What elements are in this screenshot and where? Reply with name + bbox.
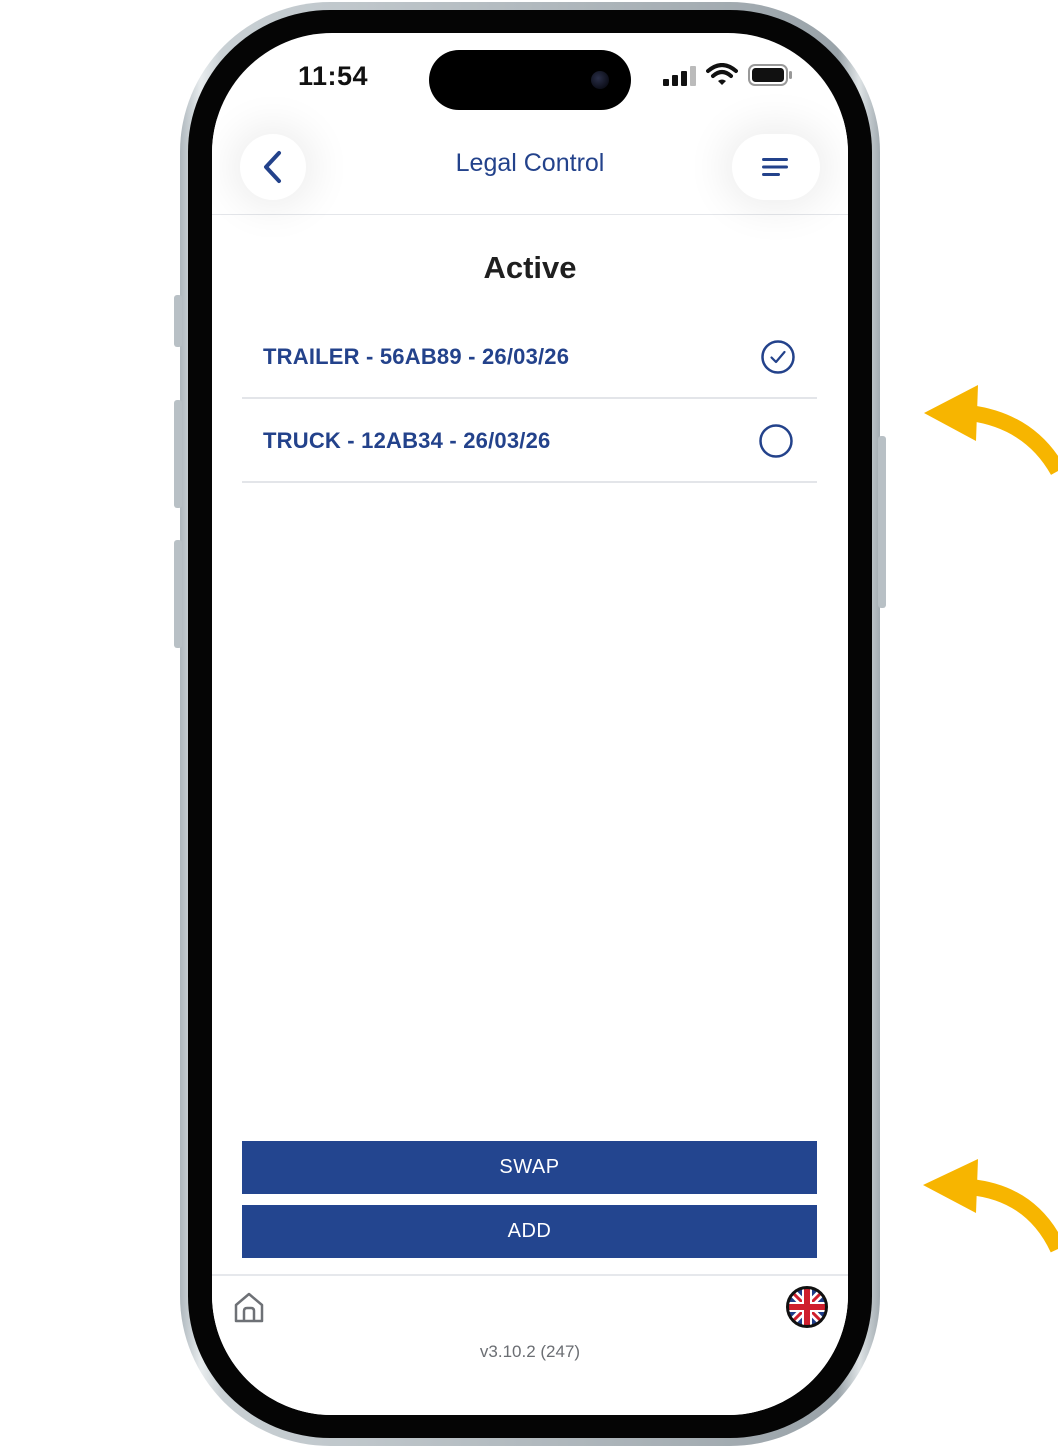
side-button: [174, 295, 182, 347]
uk-flag-icon[interactable]: [786, 1286, 828, 1328]
phone-screen: 11:54 Legal Control Active TRAILER - 56A…: [212, 33, 848, 1415]
annotation-arrow-icon: [923, 1159, 1058, 1253]
hamburger-menu-icon: [762, 158, 788, 176]
empty-circle-icon[interactable]: [759, 424, 793, 458]
app-footer: v3.10.2 (247): [212, 1274, 848, 1415]
power-button: [878, 436, 886, 608]
app-version: v3.10.2 (247): [479, 1342, 581, 1361]
list-item-label: TRUCK - 12AB34 - 26/03/26: [263, 428, 551, 453]
dynamic-island: [429, 50, 631, 110]
app-header: Legal Control: [212, 119, 848, 215]
swap-button[interactable]: SWAP: [242, 1141, 817, 1194]
annotation-arrow-icon: [924, 385, 1058, 476]
volume-down-button: [174, 540, 182, 648]
home-icon[interactable]: [232, 1290, 266, 1324]
battery-icon: [748, 64, 792, 86]
add-button[interactable]: ADD: [242, 1205, 817, 1258]
wifi-icon: [706, 63, 738, 85]
check-circle-icon[interactable]: [761, 340, 795, 374]
status-time: 11:54: [298, 61, 369, 91]
list-item-label: TRAILER - 56AB89 - 26/03/26: [263, 344, 570, 369]
cellular-signal-icon: [663, 66, 696, 86]
menu-button[interactable]: [732, 134, 820, 200]
volume-up-button: [174, 400, 182, 508]
list-item-truck[interactable]: TRUCK - 12AB34 - 26/03/26: [242, 399, 817, 483]
camera-icon: [591, 71, 609, 89]
list-item-trailer[interactable]: TRAILER - 56AB89 - 26/03/26: [242, 315, 817, 399]
vehicle-list: TRAILER - 56AB89 - 26/03/26 TRUCK - 12AB…: [242, 315, 817, 483]
section-title: Active: [483, 250, 577, 285]
